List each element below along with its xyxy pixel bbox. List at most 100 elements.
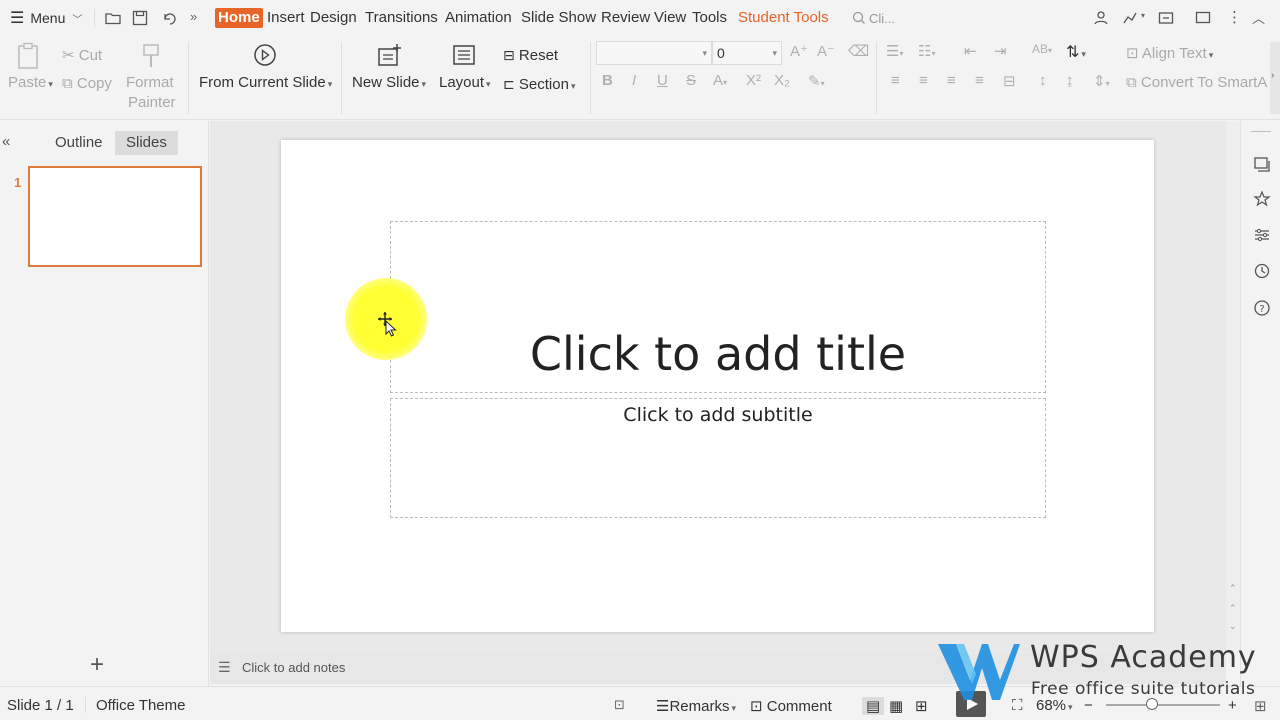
highlight-icon[interactable]: ✎▾ <box>808 72 825 90</box>
convert-to-smartart-button[interactable]: ⧉ Convert To SmartA <box>1126 74 1267 91</box>
tab-student-tools[interactable]: Student Tools <box>738 8 829 28</box>
italic-icon[interactable]: I <box>632 72 636 89</box>
collapse-ribbon-icon[interactable]: ︿ <box>1252 8 1265 27</box>
from-current-slide-button[interactable]: From Current Slide ▾ <box>199 74 332 91</box>
increase-font-icon[interactable]: A⁺ <box>790 42 808 60</box>
slide-design-icon[interactable] <box>1253 155 1271 173</box>
more-chevron-icon[interactable]: » <box>190 9 197 24</box>
zoom-in-button[interactable]: + <box>1228 697 1237 714</box>
strikethrough-icon[interactable]: S <box>686 72 696 89</box>
new-slide-icon[interactable] <box>377 43 403 67</box>
align-left-icon[interactable]: ≡ <box>891 72 900 89</box>
zoom-slider-handle[interactable] <box>1146 698 1158 710</box>
reading-view-icon[interactable]: ⊞ <box>915 697 928 715</box>
share-chevron-icon[interactable]: ▾ <box>1141 11 1145 20</box>
align-right-icon[interactable]: ≡ <box>947 72 956 89</box>
ribbon-scroll-right[interactable]: › <box>1270 42 1280 114</box>
subtitle-placeholder[interactable]: Click to add subtitle <box>390 398 1046 518</box>
save-icon[interactable] <box>131 9 149 27</box>
decrease-font-icon[interactable]: A⁻ <box>817 42 835 60</box>
format-painter-label-1[interactable]: Format <box>126 74 174 91</box>
sync-icon[interactable] <box>1157 9 1175 27</box>
section-button[interactable]: ⊏ Section ▾ <box>503 76 575 93</box>
help-icon[interactable]: ? <box>1253 299 1271 317</box>
zoom-slider[interactable] <box>1106 704 1220 706</box>
more-options-icon[interactable]: ⋮ <box>1227 8 1242 26</box>
tab-home[interactable]: Home <box>215 8 263 28</box>
tab-review[interactable]: Review <box>601 8 650 28</box>
clear-format-icon[interactable]: ⌫ <box>848 42 869 60</box>
add-slide-button[interactable]: + <box>90 651 104 679</box>
paragraph-spacing-icon[interactable]: ↨ <box>1066 72 1074 89</box>
protect-icon[interactable]: ⊡ <box>614 697 625 713</box>
copy-button[interactable]: ⧉ Copy <box>62 75 112 92</box>
main-menu-button[interactable]: ☰ Menu ﹀ <box>10 8 82 28</box>
tab-outline[interactable]: Outline <box>44 131 114 155</box>
zoom-out-button[interactable]: − <box>1084 697 1093 714</box>
search-box[interactable]: Cli... <box>852 9 895 27</box>
increase-indent-icon[interactable]: ⇥ <box>994 42 1007 60</box>
theme-name[interactable]: Office Theme <box>96 697 186 714</box>
justify-icon[interactable]: ≡ <box>975 72 984 89</box>
font-name-select[interactable]: ▾ <box>596 41 712 65</box>
spacing-options-icon[interactable]: ⇕▾ <box>1093 72 1110 90</box>
numbering-icon[interactable]: ☷▾ <box>918 42 935 60</box>
tab-slides[interactable]: Slides <box>115 131 178 155</box>
notes-placeholder[interactable]: Click to add notes <box>242 660 345 675</box>
tab-tools[interactable]: Tools <box>692 8 727 28</box>
font-size-select[interactable]: 0 ▾ <box>712 41 782 65</box>
line-spacing-icon[interactable]: ↕ <box>1039 72 1047 89</box>
reset-button[interactable]: ⊟ Reset <box>503 47 558 64</box>
bold-icon[interactable]: B <box>602 72 613 89</box>
zoom-select[interactable]: 68% ▾ <box>1036 697 1073 714</box>
user-icon[interactable] <box>1092 9 1110 27</box>
history-icon[interactable] <box>1253 262 1271 280</box>
settings-sliders-icon[interactable] <box>1253 226 1271 244</box>
distribute-icon[interactable]: ⊟ <box>1003 72 1016 90</box>
canvas-scrollbar[interactable]: ⌃ ⌃ ⌄ <box>1226 121 1240 654</box>
align-text-button[interactable]: ⊡ Align Text ▾ <box>1126 44 1213 62</box>
collapse-panel-icon[interactable]: « <box>2 133 10 150</box>
scroll-up-icon[interactable]: ⌃ <box>1229 583 1237 594</box>
fullscreen-icon[interactable]: ⊞ <box>1254 697 1267 715</box>
tab-insert[interactable]: Insert <box>267 8 305 28</box>
undo-icon[interactable] <box>160 9 178 27</box>
tab-transitions[interactable]: Transitions <box>365 8 438 28</box>
paste-icon[interactable] <box>16 42 42 70</box>
tab-design[interactable]: Design <box>310 8 357 28</box>
title-placeholder[interactable]: Click to add title <box>390 221 1046 393</box>
new-slide-button[interactable]: New Slide ▾ <box>352 74 426 91</box>
subscript-icon[interactable]: X₂ <box>774 72 790 89</box>
play-circle-icon[interactable] <box>253 43 277 67</box>
comment-panel-icon[interactable] <box>1194 9 1212 27</box>
superscript-icon[interactable]: X² <box>746 72 761 89</box>
decrease-indent-icon[interactable]: ⇤ <box>964 42 977 60</box>
format-painter-label-2[interactable]: Painter <box>128 94 176 111</box>
underline-icon[interactable]: U <box>657 72 668 89</box>
tab-slide-show[interactable]: Slide Show <box>521 8 596 28</box>
align-center-icon[interactable]: ≡ <box>919 72 928 89</box>
share-icon[interactable] <box>1121 9 1139 27</box>
comment-button[interactable]: ⊡ Comment <box>750 697 832 715</box>
ribbon-toolbar: Paste ▾ ✂ Cut ⧉ Copy Format Painter From … <box>0 36 1280 120</box>
open-folder-icon[interactable] <box>104 9 122 27</box>
paste-button[interactable]: Paste ▾ <box>8 74 53 91</box>
format-painter-icon[interactable] <box>141 43 161 69</box>
font-color-icon[interactable]: A▾ <box>713 72 727 89</box>
animation-star-icon[interactable] <box>1253 190 1271 208</box>
prev-slide-icon[interactable]: ⌃ <box>1229 603 1237 614</box>
tab-view[interactable]: View <box>654 8 686 28</box>
sort-icon[interactable]: ⇅ ▾ <box>1066 42 1086 62</box>
layout-icon[interactable] <box>452 44 476 66</box>
text-direction-icon[interactable]: AB▾ <box>1032 42 1052 56</box>
layout-button[interactable]: Layout ▾ <box>439 74 491 91</box>
normal-view-icon[interactable]: ▤ <box>862 697 885 715</box>
tab-animation[interactable]: Animation <box>445 8 512 28</box>
remarks-button[interactable]: ☰Remarks ▾ <box>656 697 736 715</box>
bullets-icon[interactable]: ☰▾ <box>886 42 903 60</box>
cut-button[interactable]: ✂ Cut <box>62 46 102 64</box>
slide-thumbnail[interactable] <box>28 166 202 267</box>
slide[interactable]: Click to add title Click to add subtitle <box>281 140 1154 632</box>
next-slide-icon[interactable]: ⌄ <box>1229 621 1237 632</box>
slide-sorter-icon[interactable]: ▦ <box>889 697 903 715</box>
